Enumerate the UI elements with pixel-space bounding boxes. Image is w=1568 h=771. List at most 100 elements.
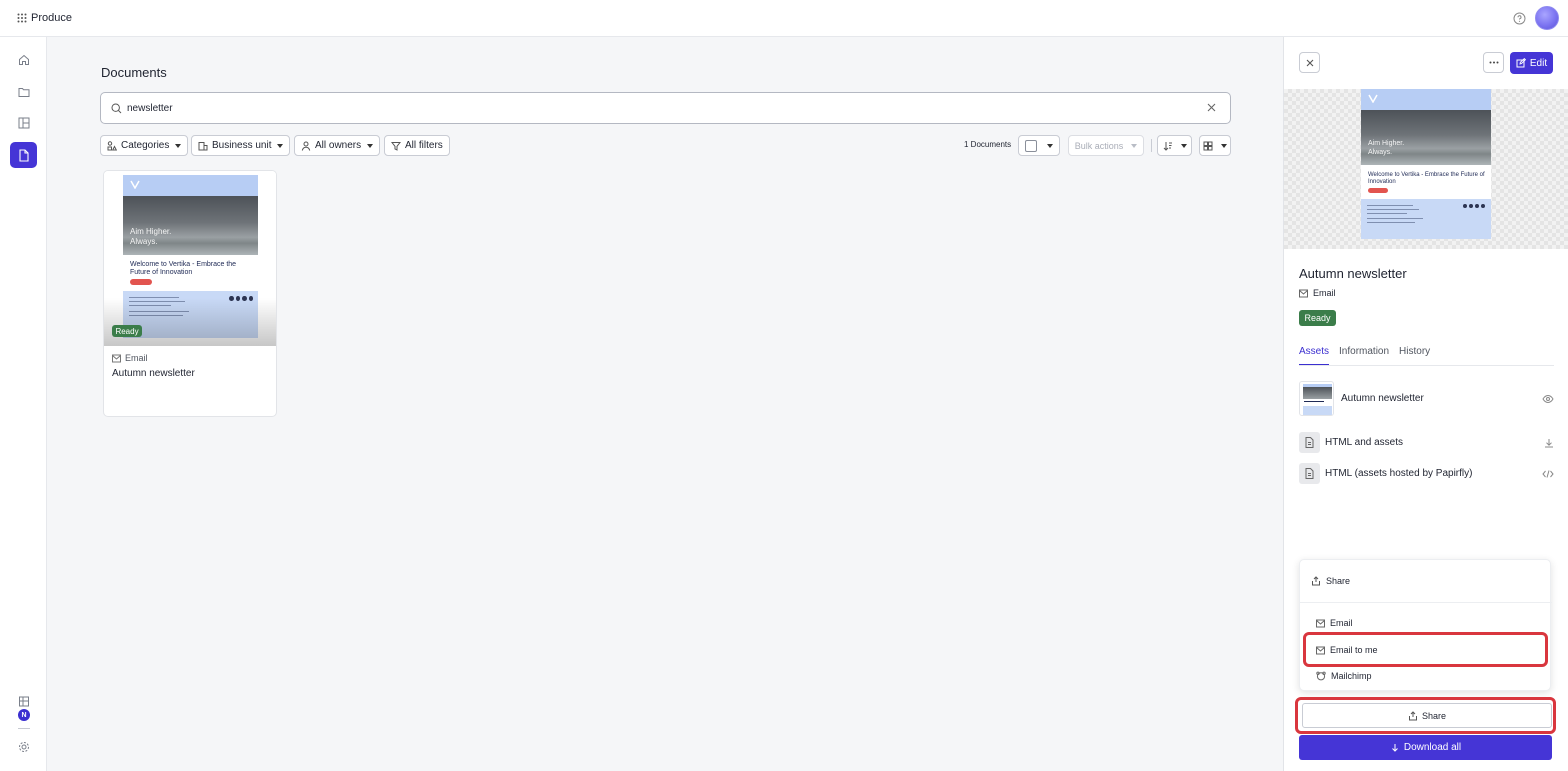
chevron-down-icon <box>277 143 284 148</box>
document-type-label: Email <box>1313 288 1336 298</box>
select-all-checkbox[interactable] <box>1025 139 1037 152</box>
menu-divider <box>1300 602 1552 603</box>
asset-label: HTML (assets hosted by Papirfly) <box>1325 468 1473 479</box>
download-icon[interactable] <box>1544 438 1554 448</box>
document-preview[interactable]: Aim Higher. Always. Welcome to Vertika -… <box>1284 89 1568 249</box>
highlight-email-to-me <box>1303 632 1548 667</box>
document-title[interactable]: Autumn newsletter <box>112 368 195 379</box>
nav-templates[interactable] <box>10 110 37 136</box>
clear-search-icon[interactable] <box>1207 103 1216 112</box>
brand-logo-icon <box>130 180 140 189</box>
search-input[interactable] <box>127 100 1187 116</box>
download-icon <box>1392 743 1398 752</box>
asset-row[interactable]: Autumn newsletter <box>1299 381 1554 416</box>
folder-icon <box>18 88 29 97</box>
layout-icon <box>18 117 29 129</box>
nav-folders[interactable] <box>10 79 37 105</box>
chevron-down-icon <box>1180 143 1187 148</box>
brand-logo-icon <box>1368 94 1378 103</box>
more-options-button[interactable] <box>1483 52 1504 73</box>
menu-item-email[interactable]: Email <box>1316 618 1353 628</box>
rail-divider <box>18 728 30 729</box>
all-filters-label: All filters <box>405 140 443 151</box>
owners-filter-label: All owners <box>315 140 362 151</box>
tab-assets[interactable]: Assets <box>1299 346 1330 366</box>
document-detail-panel: Edit Aim Higher. Always. Welcome to Vert… <box>1283 37 1568 771</box>
newsletter-hero: Aim Higher. Always. <box>123 196 258 255</box>
share-icon <box>1312 576 1320 586</box>
search-box[interactable] <box>100 92 1231 124</box>
business-unit-filter[interactable]: Business unit <box>191 135 291 156</box>
asset-label: HTML and assets <box>1325 437 1403 448</box>
file-icon <box>1299 432 1320 453</box>
mailchimp-icon <box>1316 671 1326 681</box>
tabs-divider <box>1299 365 1554 366</box>
document-type: Email <box>112 353 148 363</box>
share-button[interactable]: Share <box>1302 703 1552 728</box>
user-avatar[interactable] <box>1535 6 1559 30</box>
sort-button[interactable] <box>1157 135 1192 156</box>
download-all-button[interactable]: Download all <box>1299 735 1552 760</box>
nav-documents[interactable] <box>10 142 37 168</box>
categories-icon <box>107 140 117 150</box>
categories-filter[interactable]: Categories <box>100 135 189 156</box>
menu-item-label: Email <box>1330 618 1353 628</box>
chevron-down-icon <box>367 143 374 148</box>
file-icon <box>1299 463 1320 484</box>
all-filters-button[interactable]: All filters <box>384 135 450 156</box>
edit-icon <box>1516 58 1526 68</box>
nav-settings[interactable] <box>10 734 37 760</box>
bulk-actions-button[interactable]: Bulk actions <box>1068 135 1144 156</box>
asset-row[interactable]: HTML (assets hosted by Papirfly) <box>1299 463 1554 484</box>
page-title: Documents <box>101 65 167 80</box>
share-icon <box>1408 710 1417 720</box>
edit-button[interactable]: Edit <box>1510 52 1553 74</box>
newsletter-body <box>1361 199 1491 239</box>
app-name[interactable]: Produce <box>31 12 72 24</box>
newsletter-header <box>1361 89 1491 110</box>
nav-home[interactable] <box>10 47 37 73</box>
select-all-control[interactable] <box>1018 135 1060 156</box>
email-icon <box>112 354 121 362</box>
filter-icon <box>391 141 401 151</box>
notification-badge: N <box>18 709 30 721</box>
close-icon <box>1306 59 1313 66</box>
share-button-label: Share <box>1421 710 1447 721</box>
user-icon <box>301 141 311 151</box>
help-icon[interactable] <box>1513 12 1526 25</box>
chevron-down-icon <box>175 143 182 148</box>
document-card[interactable]: Aim Higher. Always. Welcome to Vertika -… <box>103 170 277 417</box>
document-icon <box>18 148 29 162</box>
hero-line-2: Always. <box>130 237 158 246</box>
code-icon[interactable] <box>1542 469 1554 479</box>
newsletter-cta <box>1368 188 1388 193</box>
tab-history[interactable]: History <box>1399 346 1430 366</box>
toolbar-divider <box>1151 139 1152 152</box>
main-content: Documents Categories Business unit All o… <box>47 37 1283 771</box>
share-menu: Share Email Email to me Mailchimp <box>1299 559 1552 691</box>
more-horizontal-icon <box>1489 61 1498 64</box>
asset-label: Autumn newsletter <box>1341 393 1424 404</box>
share-menu-header: Share <box>1311 576 1350 586</box>
eye-icon[interactable] <box>1542 394 1554 404</box>
grid-view-icon <box>1203 141 1213 150</box>
chevron-down-icon[interactable] <box>1047 143 1053 148</box>
app-grid-icon[interactable] <box>17 13 27 23</box>
building-icon <box>198 141 208 150</box>
gear-icon <box>18 742 29 752</box>
left-nav-rail: N <box>0 37 47 771</box>
chevron-down-icon <box>1221 143 1227 148</box>
newsletter-header <box>123 175 258 196</box>
view-mode-button[interactable] <box>1199 135 1231 156</box>
menu-item-mailchimp[interactable]: Mailchimp <box>1316 671 1372 681</box>
share-menu-title: Share <box>1326 576 1351 586</box>
business-unit-filter-label: Business unit <box>212 140 272 151</box>
panel-tabs: Assets Information History <box>1299 346 1430 366</box>
tab-information[interactable]: Information <box>1339 346 1389 366</box>
newsletter-cta <box>130 279 152 285</box>
asset-row[interactable]: HTML and assets <box>1299 432 1554 453</box>
owners-filter[interactable]: All owners <box>294 135 381 156</box>
close-panel-button[interactable] <box>1299 52 1320 73</box>
chevron-down-icon <box>1131 143 1138 148</box>
email-icon <box>1299 289 1308 297</box>
